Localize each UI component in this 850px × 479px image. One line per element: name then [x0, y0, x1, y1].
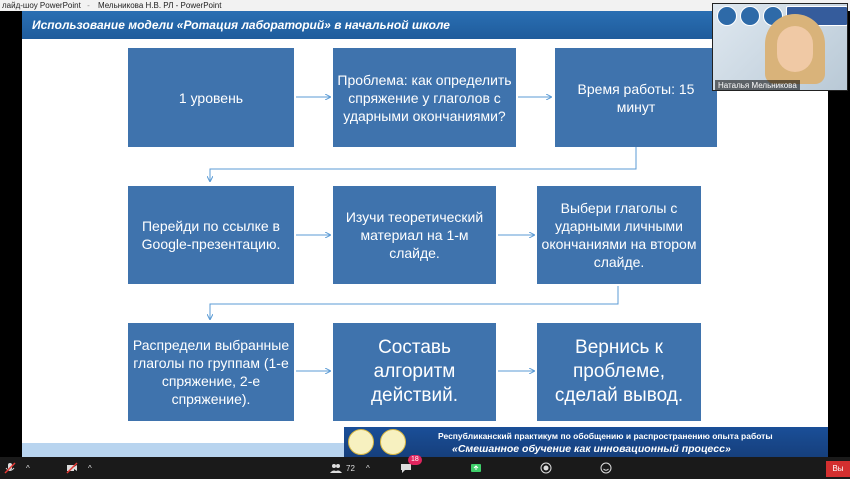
- participant-name: Наталья Мельникова: [715, 80, 800, 90]
- presentation-slide: Использование модели «Ротация лаборатори…: [22, 11, 828, 457]
- participant-video[interactable]: Наталья Мельникова: [712, 3, 848, 91]
- chevron-up-icon: ^: [88, 463, 92, 473]
- doc-title: Мельникова Н.В. РЛ - PowerPoint: [97, 1, 222, 10]
- chat-unread-badge: 18: [408, 455, 422, 465]
- share-screen-button[interactable]: [470, 457, 482, 479]
- institute-logo: [348, 429, 374, 455]
- meeting-toolbar: ^ ^ 72 ^ 18: [0, 455, 850, 479]
- footer-logos: [348, 429, 438, 455]
- share-screen-icon: [471, 464, 481, 472]
- banner-logo-1: [717, 6, 737, 26]
- footer-line-2: «Смешанное обучение как инновационный пр…: [452, 443, 731, 455]
- video-options-button[interactable]: ^: [88, 457, 92, 479]
- participants-options-button[interactable]: ^: [366, 457, 370, 479]
- record-icon: [540, 462, 552, 474]
- smile-plus-icon: [600, 462, 612, 474]
- chevron-up-icon: ^: [366, 463, 370, 473]
- flow-box-return-to-problem: Вернись к проблеме, сделай вывод.: [537, 323, 701, 421]
- reactions-button[interactable]: [600, 457, 612, 479]
- arrow-6-7: [210, 286, 619, 319]
- banner-logo-2: [740, 6, 760, 26]
- camera-off-icon: [66, 462, 78, 474]
- flow-box-choose-verbs: Выбери глаголы с ударными личными оконча…: [537, 186, 701, 284]
- audio-options-button[interactable]: ^: [26, 457, 30, 479]
- flow-box-make-algorithm: Составь алгоритм действий.: [333, 323, 496, 421]
- title-separator: -: [87, 1, 90, 10]
- flow-box-study-material: Изучи теоретический материал на 1-м слай…: [333, 186, 496, 284]
- chat-button[interactable]: 18: [400, 455, 422, 479]
- record-button[interactable]: [540, 457, 552, 479]
- flow-box-time: Время работы: 15 минут: [555, 48, 717, 147]
- participant-face: [777, 26, 813, 72]
- microphone-muted-icon: [4, 462, 16, 474]
- chevron-up-icon: ^: [26, 463, 30, 473]
- footer-line-1: Республиканский практикум по обобщению и…: [438, 431, 773, 441]
- arrow-3-4: [210, 146, 637, 181]
- mute-button[interactable]: [4, 457, 16, 479]
- participants-count: 72: [346, 463, 355, 473]
- end-meeting-button[interactable]: Вы: [826, 461, 850, 477]
- flow-box-level: 1 уровень: [128, 48, 294, 147]
- flow-box-follow-link: Перейди по ссылке в Google-презентацию.: [128, 186, 294, 284]
- participants-icon: [330, 464, 342, 473]
- app-title: лайд-шоу PowerPoint: [2, 1, 81, 10]
- seal-logo: [380, 429, 406, 455]
- flow-box-distribute-verbs: Распредели выбранные глаголы по группам …: [128, 323, 294, 421]
- video-button[interactable]: [66, 457, 78, 479]
- left-letterbox: [0, 11, 22, 457]
- participants-button[interactable]: 72: [330, 457, 355, 479]
- flow-box-problem: Проблема: как определить спряжение у гла…: [333, 48, 516, 147]
